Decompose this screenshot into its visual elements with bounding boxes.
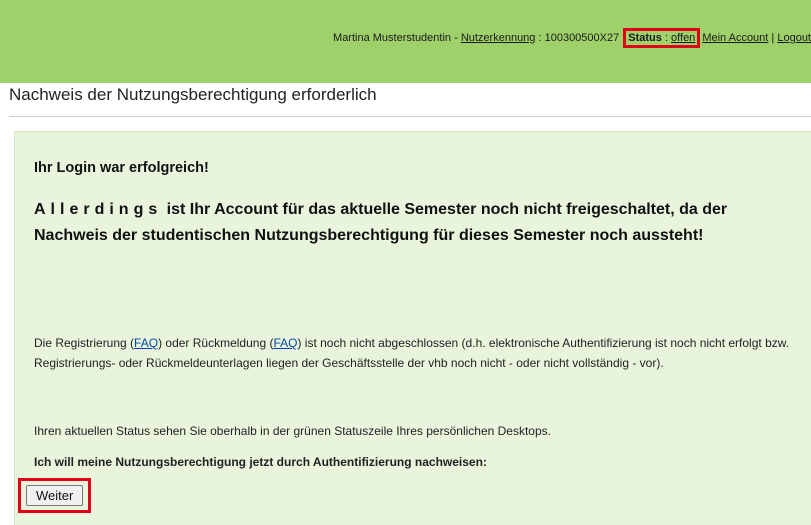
p1-text-a: Die Registrierung ( (34, 336, 135, 350)
page-title: Nachweis der Nutzungsberechtigung erford… (9, 85, 377, 104)
faq-registration-link[interactable]: FAQ (134, 336, 158, 350)
status-value-link[interactable]: offen (671, 32, 695, 44)
page: Martina Musterstudentin - Nutzerkennung … (0, 0, 811, 525)
authentication-prompt: Ich will meine Nutzungsberechtigung jetz… (34, 455, 487, 469)
status-highlight-box: Status : offen (623, 28, 701, 48)
status-hint-paragraph: Ihren aktuellen Status sehen Sie oberhal… (34, 424, 551, 438)
user-name: Martina Musterstudentin (333, 32, 452, 44)
userid-separator: : (535, 32, 545, 44)
weiter-button[interactable]: Weiter (26, 485, 84, 506)
status-label: Status (628, 32, 662, 44)
logout-link[interactable]: Logout (777, 32, 811, 44)
userid-label-link[interactable]: Nutzerkennung (461, 32, 536, 44)
registration-paragraph: Die Registrierung (FAQ) oder Rückmeldung… (34, 333, 794, 373)
userid-value: 100300500X27 (544, 32, 620, 44)
p1-text-b: ) oder Rückmeldung ( (158, 336, 274, 350)
login-success-message: Ihr Login war erfolgreich! (34, 160, 209, 176)
status-separator: : (661, 32, 672, 44)
account-warning: Allerdings ist Ihr Account für das aktue… (34, 197, 794, 249)
warning-emphasis: Allerdings (34, 201, 163, 218)
info-box: Ihr Login war erfolgreich! Allerdings is… (14, 131, 811, 525)
title-divider (9, 116, 811, 117)
status-bar: Martina Musterstudentin - Nutzerkennung … (0, 0, 811, 83)
separator-pipe: | (768, 32, 778, 44)
faq-rueckmeldung-link[interactable]: FAQ (273, 336, 297, 350)
separator-dash: - (451, 32, 461, 44)
weiter-highlight-box: Weiter (18, 478, 92, 513)
my-account-link[interactable]: Mein Account (702, 32, 768, 44)
status-line: Martina Musterstudentin - Nutzerkennung … (333, 28, 811, 48)
